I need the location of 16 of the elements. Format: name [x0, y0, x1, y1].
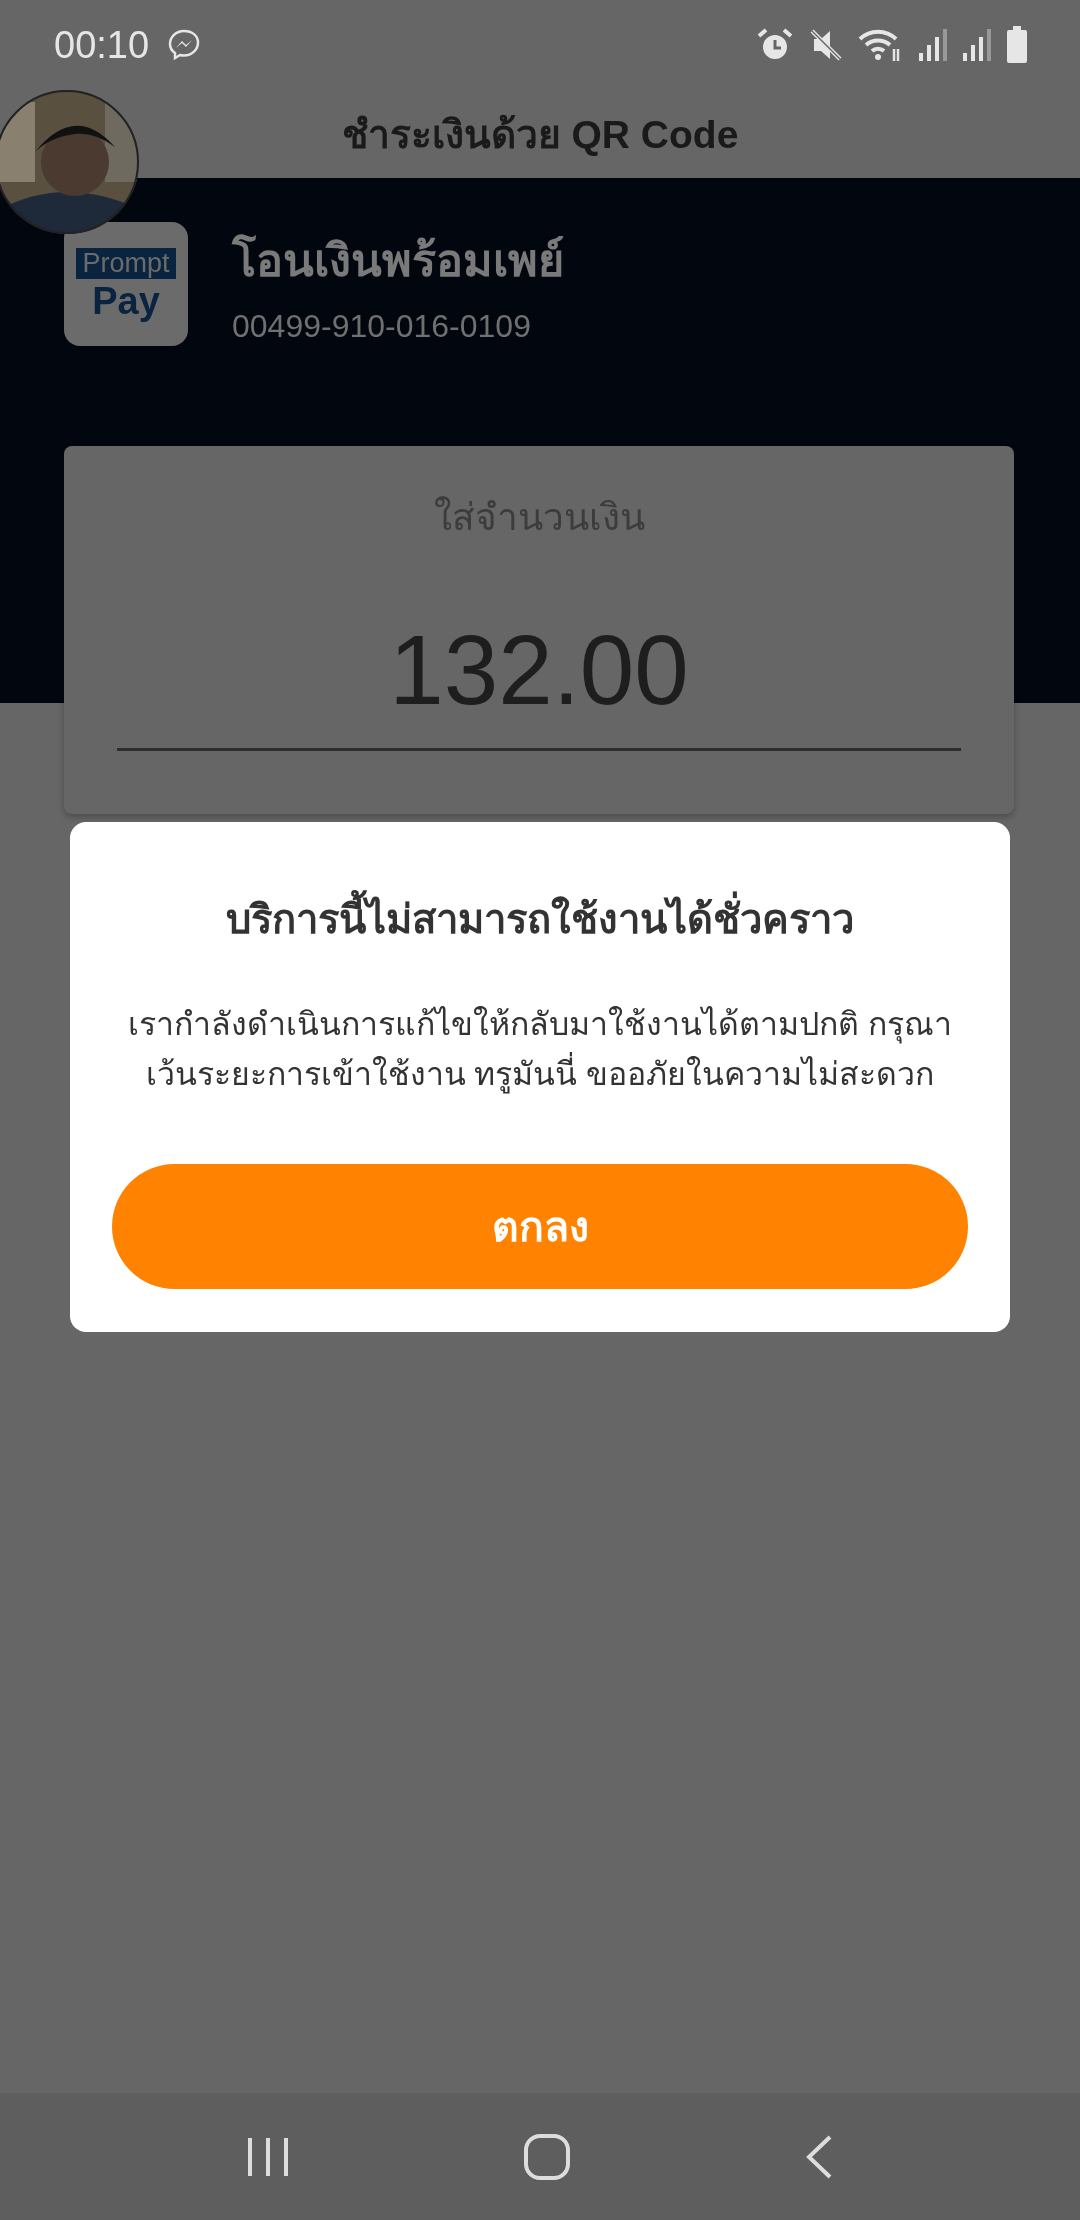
home-icon[interactable] — [523, 2132, 571, 2181]
mute-icon — [808, 27, 844, 63]
battery-icon — [1006, 26, 1028, 64]
messenger-icon — [167, 28, 202, 62]
payee-name: โอนเงินพร้อมเพย์ — [232, 233, 564, 288]
signal-icon — [962, 27, 992, 63]
promptpay-logo: Prompt Pay — [64, 222, 188, 346]
amount-field[interactable]: 132.00 — [117, 620, 961, 751]
dialog-title: บริการนี้ไม่สามารถใช้งานได้ชั่วคราว — [226, 889, 854, 949]
screen-title: ชำระเงินด้วย QR Code — [341, 112, 739, 158]
ok-button[interactable]: ตกลง — [112, 1164, 968, 1289]
signal-icon — [918, 27, 948, 63]
account-number: 00499-910-016-0109 — [232, 307, 532, 345]
clock-time: 00:10 — [54, 23, 150, 67]
dialog-message: เรากำลังดำเนินการแก้ไขให้กลับมาใช้งานได้ตามปกติ กรุณา เว้นระยะการเข้าใช้งาน ทรูมันนี่ ขออภัยในความไม่สะดวก — [128, 1005, 952, 1096]
recents-icon[interactable] — [246, 2135, 291, 2178]
